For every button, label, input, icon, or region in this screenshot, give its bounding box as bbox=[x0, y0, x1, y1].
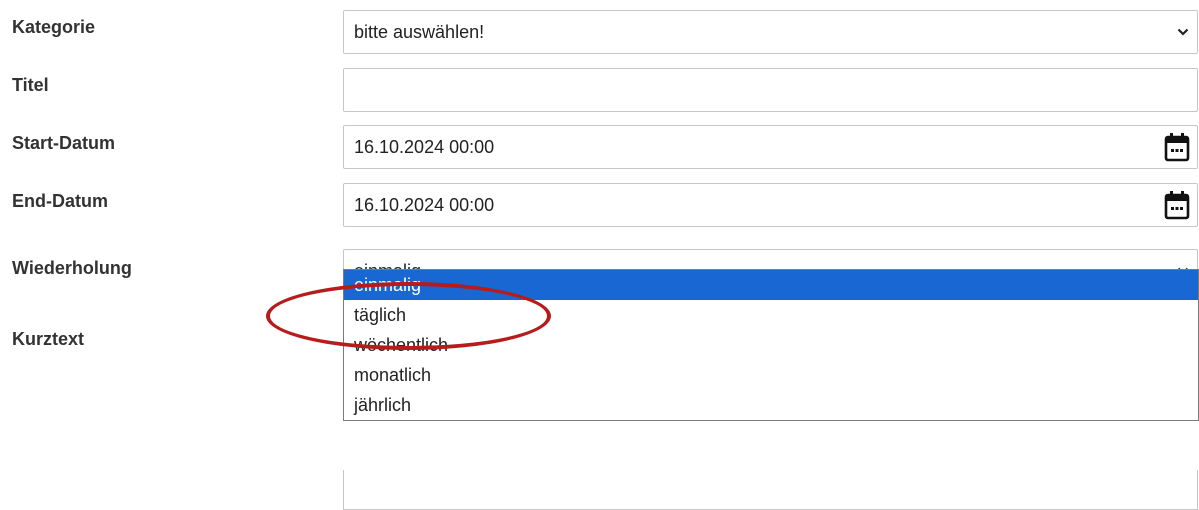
kurztext-label: Kurztext bbox=[12, 329, 85, 349]
option-woechentlich[interactable]: wöchentlich bbox=[344, 330, 1198, 360]
option-jaehrlich[interactable]: jährlich bbox=[344, 390, 1198, 420]
option-monatlich[interactable]: monatlich bbox=[344, 360, 1198, 390]
end-datum-input[interactable]: 16.10.2024 00:00 bbox=[343, 183, 1198, 227]
kurztext-textarea[interactable] bbox=[343, 470, 1198, 510]
kategorie-label: Kategorie bbox=[12, 17, 96, 37]
calendar-icon[interactable] bbox=[1157, 184, 1197, 226]
start-datum-value: 16.10.2024 00:00 bbox=[354, 136, 495, 157]
start-datum-input[interactable]: 16.10.2024 00:00 bbox=[343, 125, 1198, 169]
end-datum-label: End-Datum bbox=[12, 191, 108, 211]
kategorie-select-value: bitte auswählen! bbox=[354, 21, 485, 42]
titel-label: Titel bbox=[12, 75, 49, 95]
start-datum-label: Start-Datum bbox=[12, 133, 116, 153]
titel-input[interactable] bbox=[343, 68, 1198, 112]
wiederholung-label: Wiederholung bbox=[12, 258, 132, 278]
chevron-down-icon bbox=[1169, 11, 1197, 53]
calendar-icon[interactable] bbox=[1157, 126, 1197, 168]
end-datum-value: 16.10.2024 00:00 bbox=[354, 194, 495, 215]
option-einmalig[interactable]: einmalig bbox=[344, 270, 1198, 300]
option-taeglich[interactable]: täglich bbox=[344, 300, 1198, 330]
wiederholung-dropdown-list[interactable]: einmalig täglich wöchentlich monatlich j… bbox=[343, 269, 1199, 421]
kategorie-select[interactable]: bitte auswählen! bbox=[343, 10, 1198, 54]
